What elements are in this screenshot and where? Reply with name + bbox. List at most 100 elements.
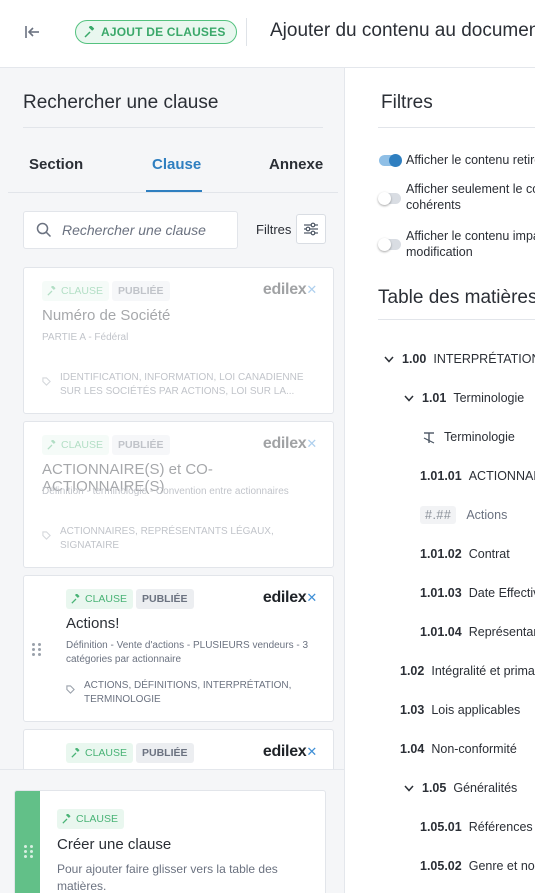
toc-item[interactable]: 1.05.02Genre et nombre bbox=[420, 857, 535, 875]
edilex-logo: edilex✕ bbox=[262, 435, 317, 452]
clause-tag: CLAUSE bbox=[66, 743, 134, 763]
tab-bar: Section Clause Annexe bbox=[8, 156, 338, 192]
chevron-down-icon[interactable] bbox=[382, 356, 396, 363]
mode-badge: AJOUT DE CLAUSES bbox=[75, 20, 237, 44]
clause-tag: CLAUSE bbox=[42, 435, 110, 455]
toc-item[interactable]: 1.02Intégralité et primauté bbox=[400, 662, 535, 680]
card-title: Numéro de Société bbox=[42, 307, 171, 324]
active-tab-indicator bbox=[146, 190, 202, 192]
gavel-icon bbox=[71, 594, 80, 604]
divider bbox=[23, 127, 323, 128]
toc-item[interactable]: 1.01.04Représentants bbox=[420, 623, 535, 641]
text-style-icon bbox=[422, 431, 436, 444]
toc-item[interactable]: 1.05.01Références fiscales bbox=[420, 818, 535, 836]
card-keywords: ACTIONNAIRES, REPRÉSENTANTS LÉGAUX, SIGN… bbox=[60, 526, 274, 551]
option-label: Afficher le contenu retiré bbox=[406, 153, 535, 167]
drag-strip[interactable] bbox=[15, 791, 40, 893]
clause-tag: CLAUSE bbox=[57, 809, 125, 829]
clause-tag: CLAUSE bbox=[66, 589, 134, 609]
divider bbox=[246, 18, 247, 46]
tab-section[interactable]: Section bbox=[29, 156, 83, 173]
tag-icon bbox=[42, 377, 51, 386]
drag-handle-icon[interactable] bbox=[24, 845, 33, 858]
clause-tag: CLAUSE bbox=[42, 281, 110, 301]
clause-card[interactable]: CLAUSE PUBLIÉE edilex✕ Numéro de Société… bbox=[23, 267, 334, 414]
chevron-down-icon[interactable] bbox=[402, 395, 416, 402]
toc-item[interactable]: 1.03 Lois applicables bbox=[400, 701, 520, 719]
tab-annexe[interactable]: Annexe bbox=[269, 156, 323, 173]
gavel-icon bbox=[84, 26, 95, 38]
gavel-icon bbox=[71, 748, 80, 758]
search-input[interactable] bbox=[62, 220, 232, 240]
filters-title: Filtres bbox=[381, 92, 433, 113]
panel-title: Rechercher une clause bbox=[23, 92, 219, 113]
page-title: Ajouter du contenu au document bbox=[270, 20, 535, 41]
placeholder-number: #.## bbox=[425, 508, 452, 522]
gavel-icon bbox=[47, 440, 56, 450]
toggle-show-impacted[interactable] bbox=[378, 238, 401, 251]
toc-item[interactable]: Terminologie bbox=[422, 428, 515, 446]
tab-clause[interactable]: Clause bbox=[152, 156, 201, 173]
brand-label: edilex bbox=[262, 435, 307, 452]
option-label: Afficher le contenu impacté par la modif… bbox=[406, 229, 535, 259]
clause-tag-label: CLAUSE bbox=[85, 593, 128, 605]
toc-item[interactable]: 1.01.03Date Effective bbox=[420, 584, 535, 602]
toc-title: Table des matières bbox=[378, 287, 535, 308]
mode-badge-label: AJOUT DE CLAUSES bbox=[101, 25, 226, 39]
toc-item[interactable]: 1.00 INTERPRÉTATION bbox=[382, 350, 535, 368]
toc-item[interactable]: #.## Actions bbox=[420, 506, 507, 524]
toggle-show-removed[interactable] bbox=[379, 154, 402, 167]
card-description: Définition - terminologie - Convention e… bbox=[42, 486, 289, 497]
clause-card[interactable]: CLAUSE PUBLIÉE edilex✕ Actions! Définiti… bbox=[23, 575, 334, 722]
card-title: Actions! bbox=[66, 615, 120, 632]
toggle-show-consistent[interactable] bbox=[378, 192, 401, 205]
clause-card[interactable]: CLAUSE PUBLIÉE edilex✕ ACTIONNAIRE(S) et… bbox=[23, 421, 334, 568]
tag-icon bbox=[42, 531, 51, 540]
create-clause-title: Créer une clause bbox=[57, 836, 172, 853]
brand-label: edilex bbox=[262, 589, 307, 606]
clause-tag-label: CLAUSE bbox=[76, 813, 119, 825]
create-clause-card[interactable]: CLAUSE Créer une clause Pour ajouter fai… bbox=[14, 790, 326, 893]
tabs-divider bbox=[8, 192, 338, 193]
status-badge: PUBLIÉE bbox=[136, 589, 194, 609]
status-badge: PUBLIÉE bbox=[112, 435, 170, 455]
clause-search-panel: Rechercher une clause Section Clause Ann… bbox=[0, 68, 345, 893]
clause-tag-label: CLAUSE bbox=[85, 747, 128, 759]
status-badge: PUBLIÉE bbox=[112, 281, 170, 301]
option-label: Afficher seulement le contenu cohérents bbox=[406, 182, 535, 212]
card-description: Définition - Vente d'actions - PLUSIEURS… bbox=[66, 640, 309, 665]
search-icon bbox=[36, 222, 52, 238]
sliders-icon bbox=[304, 222, 318, 236]
clause-tag-label: CLAUSE bbox=[61, 285, 104, 297]
divider bbox=[378, 319, 535, 320]
clause-tag-label: CLAUSE bbox=[61, 439, 104, 451]
card-keywords: ACTIONS, DÉFINITIONS, INTERPRÉTATION, TE… bbox=[84, 680, 292, 705]
toc-item[interactable]: 1.01.02 Contrat bbox=[420, 545, 510, 563]
brand-label: edilex bbox=[262, 743, 307, 760]
gavel-icon bbox=[47, 286, 56, 296]
create-clause-hint: Pour ajouter faire glisser vers la table… bbox=[57, 862, 278, 893]
tag-icon bbox=[66, 685, 75, 694]
toc-item[interactable]: 1.05 Généralités bbox=[402, 779, 517, 797]
status-badge: PUBLIÉE bbox=[136, 743, 194, 763]
card-description: PARTIE A - Fédéral bbox=[42, 332, 129, 343]
top-bar: AJOUT DE CLAUSES Ajouter du contenu au d… bbox=[0, 0, 535, 68]
drag-handle-icon[interactable] bbox=[32, 643, 41, 656]
edilex-logo: edilex✕ bbox=[262, 281, 317, 298]
toc-item[interactable]: 1.01 Terminologie bbox=[402, 389, 524, 407]
edilex-logo: edilex✕ bbox=[262, 743, 317, 760]
filters-panel: Filtres Afficher le contenu retiré Affic… bbox=[346, 68, 535, 893]
filters-label: Filtres bbox=[256, 222, 292, 237]
gavel-icon bbox=[62, 814, 71, 824]
create-clause-panel: CLAUSE Créer une clause Pour ajouter fai… bbox=[0, 769, 344, 893]
divider bbox=[378, 127, 535, 128]
search-box bbox=[23, 211, 238, 249]
chevron-down-icon[interactable] bbox=[402, 785, 416, 792]
toc-item[interactable]: 1.01.01ACTIONNAIRE(S) bbox=[420, 467, 535, 485]
collapse-panel-button[interactable] bbox=[18, 20, 46, 44]
filters-button[interactable] bbox=[296, 214, 326, 244]
edilex-logo: edilex✕ bbox=[262, 589, 317, 606]
brand-label: edilex bbox=[262, 281, 307, 298]
card-keywords: IDENTIFICATION, INFORMATION, LOI CANADIE… bbox=[60, 372, 304, 397]
toc-item[interactable]: 1.04 Non-conformité bbox=[400, 740, 517, 758]
